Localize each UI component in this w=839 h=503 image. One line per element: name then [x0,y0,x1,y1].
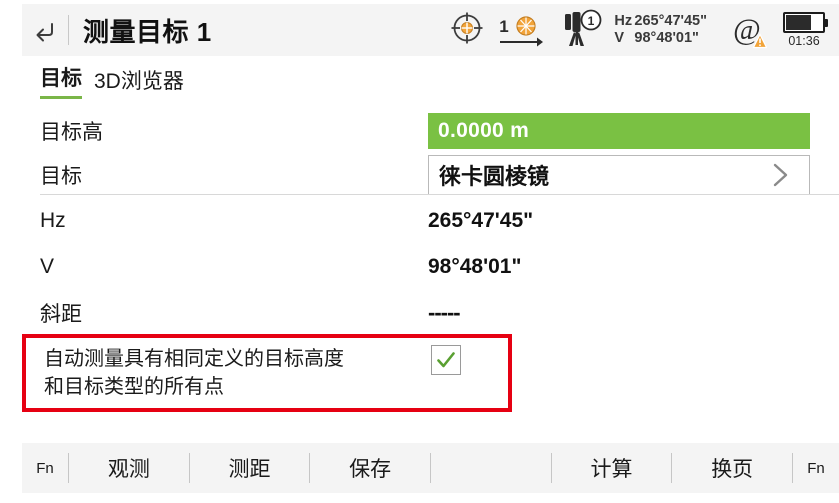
row-label-v: V [40,255,55,278]
battery-fill [786,15,812,30]
row-slope-distance: 斜距 ----- [0,290,839,336]
back-button[interactable] [22,4,68,56]
auto-measure-option[interactable]: 自动测量具有相同定义的目标高度 和目标类型的所有点 [26,338,508,408]
chevron-right-icon[interactable] [765,160,795,190]
prism-number-1-icon[interactable]: 1 [496,11,552,49]
battery-indicator[interactable]: 01:36 [777,12,831,48]
svg-text:1: 1 [500,17,509,36]
tab-3d-viewer[interactable]: 3D浏览器 [94,65,184,99]
page-title: 测量目标 1 [83,16,212,47]
save-button[interactable]: 保存 [310,443,430,493]
target-type-field[interactable]: 徕卡圆棱镜 [428,155,810,195]
target-height-field[interactable]: 0.0000 m [428,113,810,149]
empty-slot [431,443,551,493]
svg-text:1: 1 [588,14,595,28]
calculate-button[interactable]: 计算 [552,443,672,493]
auto-measure-highlight-box: 自动测量具有相同定义的目标高度 和目标类型的所有点 [22,334,512,412]
row-v: V 98°48'01" [0,244,839,290]
crosshair-target-icon[interactable] [448,9,486,52]
bottom-function-bar: Fn 观测 测距 保存 计算 换页 Fn [22,443,839,493]
header-divider [68,15,69,45]
row-label-target-type: 目标 [40,165,82,188]
hz-readout-row: Hz 265°47'45" [614,13,707,30]
row-label-slope-distance: 斜距 [40,303,82,326]
app-screen: 测量目标 1 1 1 Hz 265°47'45" V 98°48'01" @ 0… [0,0,839,503]
hz-value: 265°47'45" [634,13,707,29]
row-value-slope-distance: ----- [428,300,461,325]
row-value-hz: 265°47'45" [428,209,534,232]
fn-key-left[interactable]: Fn [22,443,68,493]
at-symbol-warning-icon[interactable]: @ [733,13,768,49]
tab-target[interactable]: 目标 [40,62,82,99]
auto-measure-checkbox[interactable] [431,345,461,375]
battery-time-label: 01:36 [788,34,820,48]
row-separator [40,194,839,195]
auto-measure-label-line2: 和目标类型的所有点 [44,376,224,398]
v-label: V [614,30,625,46]
row-hz: Hz 265°47'45" [0,198,839,244]
auto-measure-label: 自动测量具有相同定义的目标高度 和目标类型的所有点 [44,345,434,401]
status-icon-group: 1 1 Hz 265°47'45" V 98°48'01" @ 01:36 [448,8,839,53]
auto-measure-label-line1: 自动测量具有相同定义的目标高度 [44,348,344,370]
fn-key-right[interactable]: Fn [793,443,839,493]
observe-button[interactable]: 观测 [69,443,189,493]
row-target-height: 目标高 0.0000 m [0,110,839,152]
page-switch-button[interactable]: 换页 [672,443,792,493]
row-target-type: 目标 徕卡圆棱镜 [0,152,839,198]
v-value: 98°48'01" [634,30,699,46]
tab-bar: 目标 3D浏览器 [40,62,184,99]
distance-button[interactable]: 测距 [190,443,310,493]
form-area: 目标高 0.0000 m 目标 徕卡圆棱镜 Hz 265°47'45" V 98… [0,110,839,336]
checkmark-icon [435,349,457,371]
target-type-value: 徕卡圆棱镜 [439,164,550,189]
tripod-face-1-icon[interactable]: 1 [560,8,604,53]
back-arrow-icon [32,18,58,42]
row-value-v: 98°48'01" [428,255,522,278]
v-readout-row: V 98°48'01" [614,30,707,47]
battery-icon [783,12,828,33]
angle-readout: Hz 265°47'45" V 98°48'01" [614,13,707,47]
row-label-target-height: 目标高 [40,121,103,144]
row-label-hz: Hz [40,209,66,232]
hz-label: Hz [614,13,633,29]
target-height-value: 0.0000 m [438,119,530,142]
header-bar: 测量目标 1 1 1 Hz 265°47'45" V 98°48'01" @ 0… [22,4,839,56]
